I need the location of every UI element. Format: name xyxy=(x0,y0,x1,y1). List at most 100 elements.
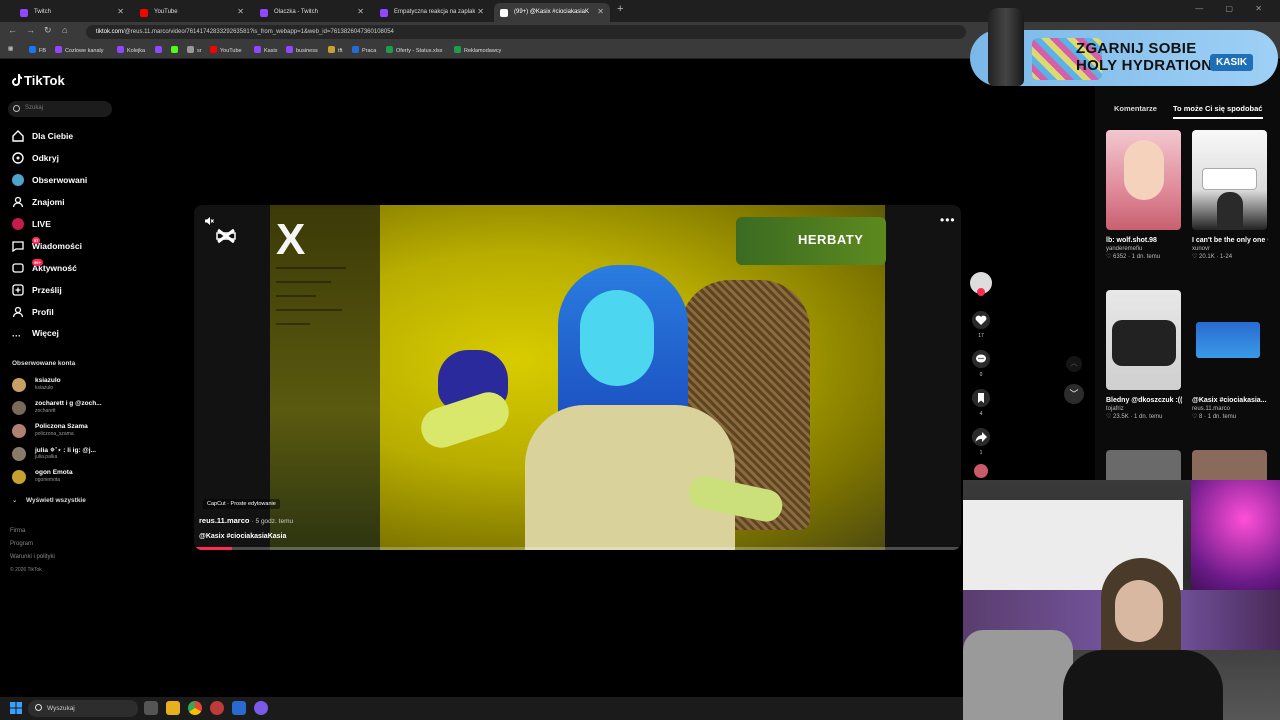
video-thumbnail[interactable] xyxy=(1192,130,1267,230)
steam-icon[interactable] xyxy=(232,701,246,715)
video-thumbnail[interactable] xyxy=(1192,450,1267,480)
browser-tab-youtube[interactable]: YouTube ✕ xyxy=(134,3,250,22)
share-button[interactable]: 1 xyxy=(972,428,990,456)
bookmark-kasix[interactable]: Kasix xyxy=(254,46,277,54)
home-icon[interactable]: ⌂ xyxy=(62,25,67,35)
music-disc-icon[interactable] xyxy=(974,464,988,478)
video-player[interactable]: HERBATY X ••• CapCut · Proste edytowanie… xyxy=(194,205,961,550)
new-tab-button[interactable]: + xyxy=(617,3,623,15)
close-icon[interactable]: ✕ xyxy=(357,7,364,16)
edit-tag[interactable]: CapCut · Proste edytowanie xyxy=(203,499,280,509)
related-video-card[interactable]: I can't be the only one 😢 (reuploa... xu… xyxy=(1192,130,1268,260)
like-button[interactable]: 17 xyxy=(972,311,990,339)
card-author[interactable]: yanderemefiu xyxy=(1106,246,1182,252)
close-icon[interactable]: ✕ xyxy=(597,7,604,16)
close-icon[interactable]: ✕ xyxy=(477,7,484,16)
bookmark-twitch[interactable] xyxy=(155,46,165,54)
heart-icon[interactable] xyxy=(972,311,990,329)
bookmark-icon[interactable] xyxy=(972,389,990,407)
bookmark-button[interactable]: 4 xyxy=(972,389,990,417)
nav-item-upload[interactable]: Prześlij xyxy=(12,284,62,296)
nav-item-following[interactable]: Obserwowani xyxy=(12,174,87,186)
previous-video-button[interactable]: ︿ xyxy=(1066,356,1082,372)
nav-item-friends[interactable]: Znajomi xyxy=(12,196,65,208)
browser-tab-olaczka[interactable]: Olaczka - Twitch ✕ xyxy=(254,3,370,22)
video-frame[interactable]: HERBATY X xyxy=(270,205,886,550)
bookmark-oferty[interactable]: Oferty - Status.xlsx xyxy=(386,46,442,54)
footer-copyright: © 2026 TikTok xyxy=(10,567,42,573)
card-title[interactable]: @Kasix #ciociakasia... xyxy=(1192,396,1268,405)
nav-item-profile[interactable]: Profil xyxy=(12,306,54,318)
url-field[interactable]: tiktok.com/@reus.11.marco/video/76141742… xyxy=(86,25,966,39)
bookmark-reklamodawcy[interactable]: Reklamodawcy xyxy=(454,46,501,54)
nav-item-more[interactable]: ··· Więcej xyxy=(12,328,59,344)
close-icon[interactable]: ✕ xyxy=(237,7,244,16)
search-input[interactable]: Szukaj xyxy=(8,101,112,117)
footer-link[interactable]: Program xyxy=(10,541,33,547)
bookmark-green[interactable] xyxy=(171,46,181,54)
video-thumbnail[interactable] xyxy=(1192,290,1267,390)
card-author[interactable]: tojafriz xyxy=(1106,406,1182,412)
tab-comments[interactable]: Komentarze xyxy=(1114,104,1157,113)
apps-icon[interactable]: ▦ xyxy=(8,46,13,52)
next-video-button[interactable]: ﹀ xyxy=(1064,384,1084,404)
bookmark-kanaly[interactable]: Cozlowe kanaly xyxy=(55,46,104,54)
window-controls[interactable]: — ▢ ✕ xyxy=(1195,4,1272,13)
bookmark-kolejka[interactable]: Kolejka xyxy=(117,46,145,54)
share-icon[interactable] xyxy=(972,428,990,446)
bookmark-tft[interactable]: tft xyxy=(328,46,343,54)
browser-tab-empatyczna[interactable]: Empatyczna reakcja na zaplak ✕ xyxy=(374,3,490,22)
bookmark-praca[interactable]: Praca xyxy=(352,46,376,54)
card-stats: ♡ 8 · 1 dn. temu xyxy=(1192,414,1237,420)
file-explorer-icon[interactable] xyxy=(166,701,180,715)
forward-icon[interactable]: → xyxy=(26,25,35,35)
obs-icon[interactable] xyxy=(210,701,224,715)
windows-start-icon[interactable] xyxy=(10,702,22,714)
comment-button[interactable]: 0 xyxy=(972,350,990,378)
video-progress-bar[interactable] xyxy=(194,547,961,550)
chat-overlay-line xyxy=(276,323,310,325)
card-title[interactable]: Bledny @dkoszczuk :((( xyxy=(1106,396,1182,405)
browser-tab-twitch[interactable]: Twitch ✕ xyxy=(14,3,130,22)
task-view-icon[interactable] xyxy=(144,701,158,715)
creator-avatar[interactable] xyxy=(970,272,992,296)
tab-related[interactable]: To może Ci się spodobać xyxy=(1173,104,1262,113)
show-all-button[interactable]: ⌄ Wyświetl wszystkie xyxy=(12,496,86,504)
card-title[interactable]: lb: wolf.shot.98 xyxy=(1106,236,1182,245)
nav-item-activity[interactable]: Aktywność 99+ xyxy=(12,259,77,274)
related-video-card[interactable]: @Kasix #ciociakasia... reus.11.marco ♡ 8… xyxy=(1192,290,1268,420)
card-title[interactable]: I can't be the only one 😢 (reuploa... xyxy=(1192,236,1268,245)
bookmark-sr[interactable]: sr xyxy=(187,46,202,54)
bookmark-fb[interactable]: FB xyxy=(29,46,46,54)
video-thumbnail[interactable] xyxy=(1106,450,1181,480)
discord-icon[interactable] xyxy=(254,701,268,715)
tiktok-logo[interactable]: TikTok xyxy=(12,73,65,88)
card-author[interactable]: xunovr xyxy=(1192,246,1268,252)
card-author[interactable]: reus.11.marco xyxy=(1192,406,1268,412)
video-caption[interactable]: @Kasix #ciociakasiaKasia xyxy=(199,533,286,540)
nav-item-live[interactable]: LIVE xyxy=(12,218,51,230)
nav-item-explore[interactable]: Odkryj xyxy=(12,152,59,164)
more-options-icon[interactable]: ••• xyxy=(940,213,956,227)
related-video-card[interactable]: lb: wolf.shot.98 yanderemefiu ♡ 6352 · 1… xyxy=(1106,130,1182,260)
bookmark-youtube[interactable]: YouTube xyxy=(210,46,242,54)
back-icon[interactable]: ← xyxy=(8,25,17,35)
nav-item-for-you[interactable]: Dla Ciebie xyxy=(12,130,73,142)
video-author[interactable]: reus.11.marco · 5 godz. temu xyxy=(199,516,293,525)
related-video-card[interactable]: Bledny @dkoszczuk :((( tojafriz ♡ 23.5K … xyxy=(1106,290,1182,420)
follow-plus-icon[interactable] xyxy=(977,288,985,296)
reload-icon[interactable]: ↻ xyxy=(44,25,52,36)
footer-link[interactable]: Firma xyxy=(10,528,25,534)
sound-avatar[interactable] xyxy=(972,464,990,478)
chrome-icon[interactable] xyxy=(188,701,202,715)
video-thumbnail[interactable] xyxy=(1106,290,1181,390)
video-thumbnail[interactable] xyxy=(1106,130,1181,230)
close-icon[interactable]: ✕ xyxy=(117,7,124,16)
footer-link[interactable]: Warunki i polityki xyxy=(10,554,55,560)
comment-icon[interactable] xyxy=(972,350,990,368)
nav-item-messages[interactable]: Wiadomości 57 xyxy=(12,237,82,253)
bookmark-business[interactable]: business xyxy=(286,46,318,54)
mute-icon[interactable] xyxy=(204,216,214,226)
browser-tab-tiktok[interactable]: (99+) @Kasix #ciociakasiaK ✕ xyxy=(494,3,610,22)
taskbar-search-input[interactable]: Wyszukaj xyxy=(28,700,138,717)
